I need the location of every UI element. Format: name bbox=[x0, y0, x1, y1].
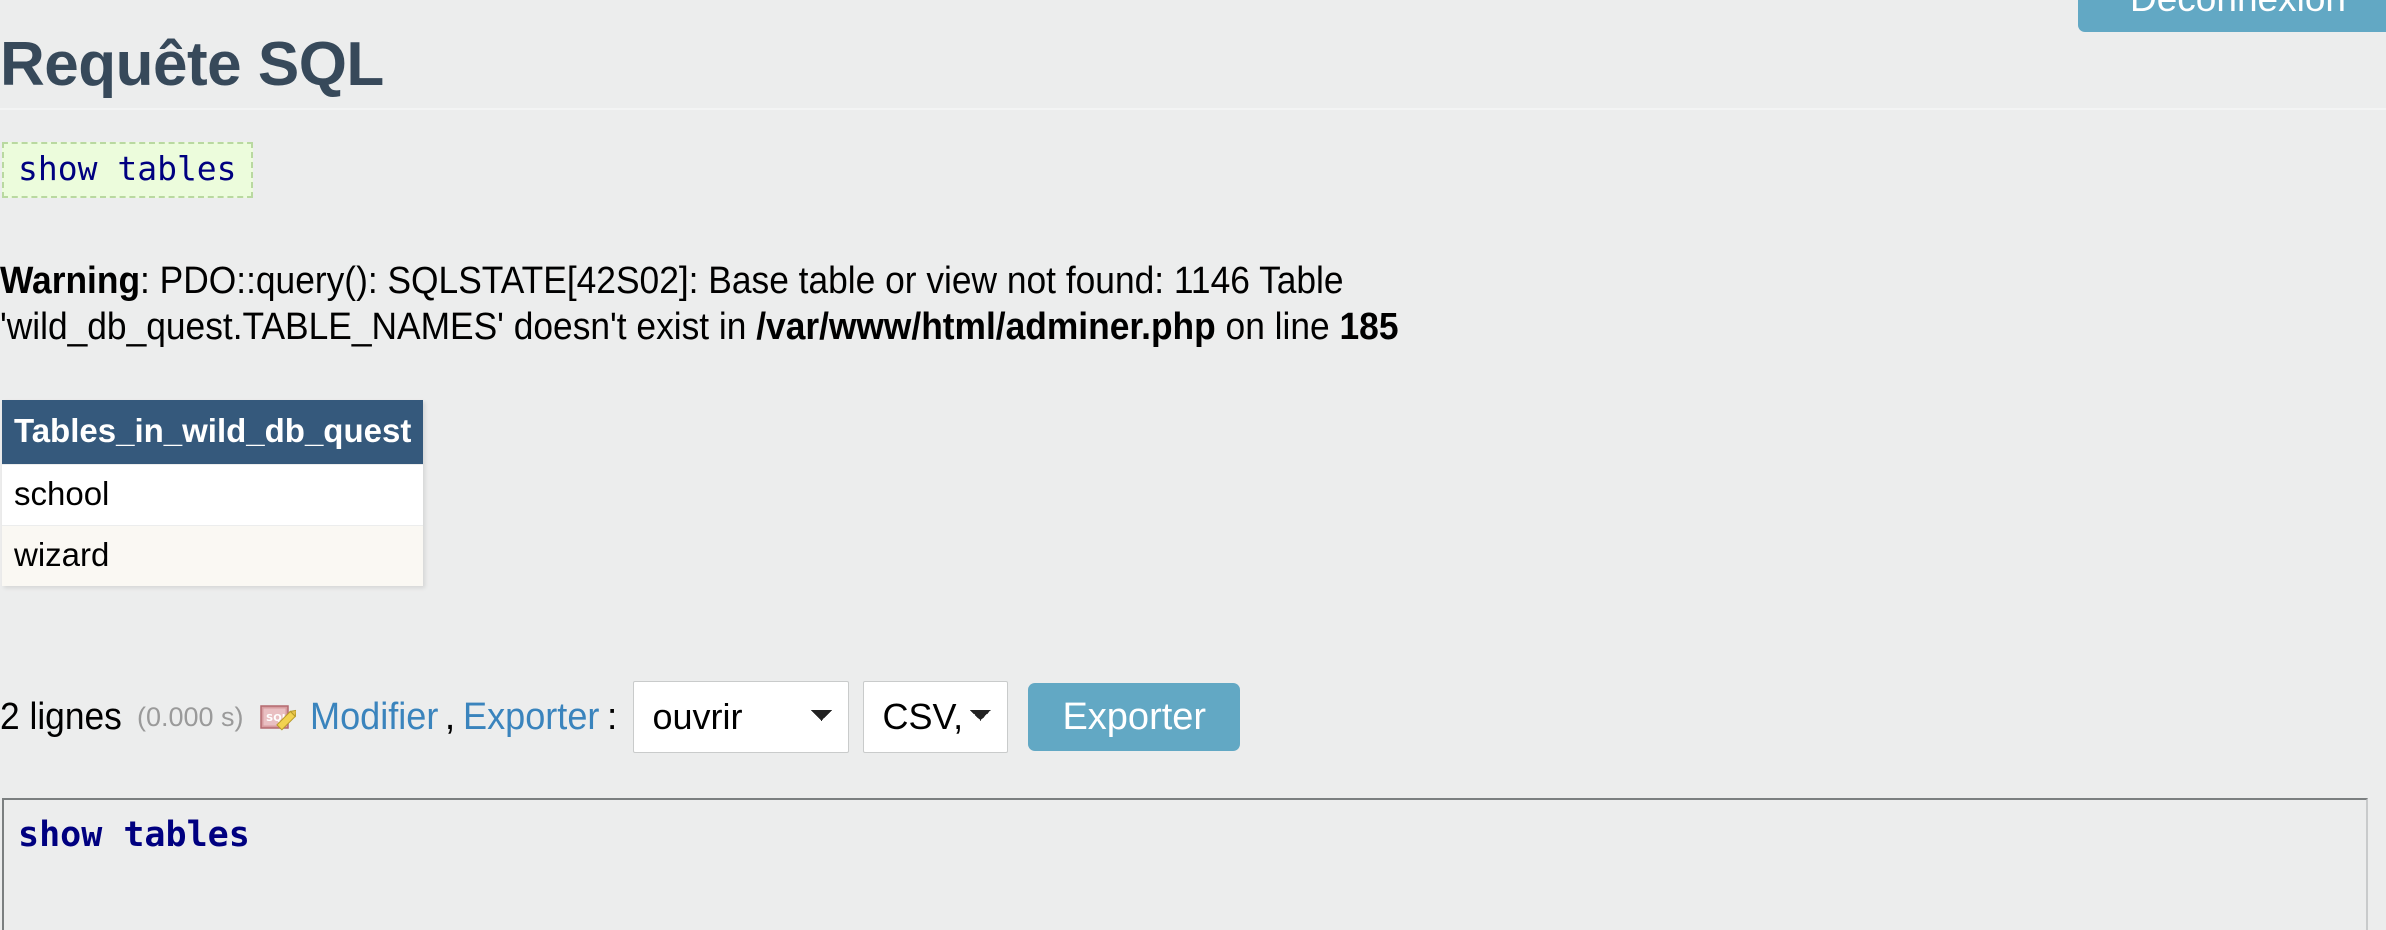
export-output-select[interactable]: ouvrir bbox=[633, 681, 850, 753]
php-warning-message: Warning: PDO::query(): SQLSTATE[42S02]: … bbox=[0, 258, 1674, 351]
export-button[interactable]: Exporter bbox=[1028, 683, 1241, 751]
table-head: Tables_in_wild_db_quest bbox=[2, 400, 424, 465]
query-result-table: Tables_in_wild_db_quest school wizard bbox=[2, 400, 424, 586]
header-divider bbox=[0, 108, 2386, 110]
sql-query-textarea[interactable] bbox=[2, 798, 2368, 930]
table-row[interactable]: school bbox=[2, 464, 424, 526]
page-title: Requête SQL bbox=[0, 29, 384, 99]
warning-line-number: 185 bbox=[1339, 306, 1399, 349]
result-status-bar: 2 lignes (0.000 s) SQL Modifier , Export… bbox=[0, 672, 1241, 762]
warning-file-path: /var/www/html/adminer.php bbox=[756, 306, 1216, 349]
warning-separator: : bbox=[140, 260, 160, 302]
rows-count-label: 2 lignes bbox=[0, 695, 122, 738]
warning-text-part-2: on line bbox=[1215, 306, 1340, 349]
query-time-label: (0.000 s) bbox=[136, 701, 244, 732]
table-cell-table-name: school bbox=[2, 464, 424, 526]
table-body: school wizard bbox=[2, 464, 424, 586]
export-link[interactable]: Exporter bbox=[463, 696, 599, 739]
table-cell-table-name: wizard bbox=[2, 525, 424, 586]
table-row[interactable]: wizard bbox=[2, 525, 424, 586]
modify-link[interactable]: Modifier bbox=[310, 696, 438, 739]
export-format-select[interactable]: CSV, bbox=[863, 681, 1009, 753]
warning-label: Warning bbox=[0, 260, 141, 302]
table-header-row: Tables_in_wild_db_quest bbox=[2, 400, 424, 465]
sql-edit-icon[interactable]: SQL bbox=[259, 704, 297, 734]
executed-query-display: show tables bbox=[2, 142, 253, 198]
link-separator: , bbox=[444, 695, 456, 738]
logout-button[interactable]: Déconnexion bbox=[2078, 0, 2386, 32]
export-colon: : bbox=[606, 695, 618, 738]
column-header-tables-in-db[interactable]: Tables_in_wild_db_quest bbox=[2, 400, 424, 465]
